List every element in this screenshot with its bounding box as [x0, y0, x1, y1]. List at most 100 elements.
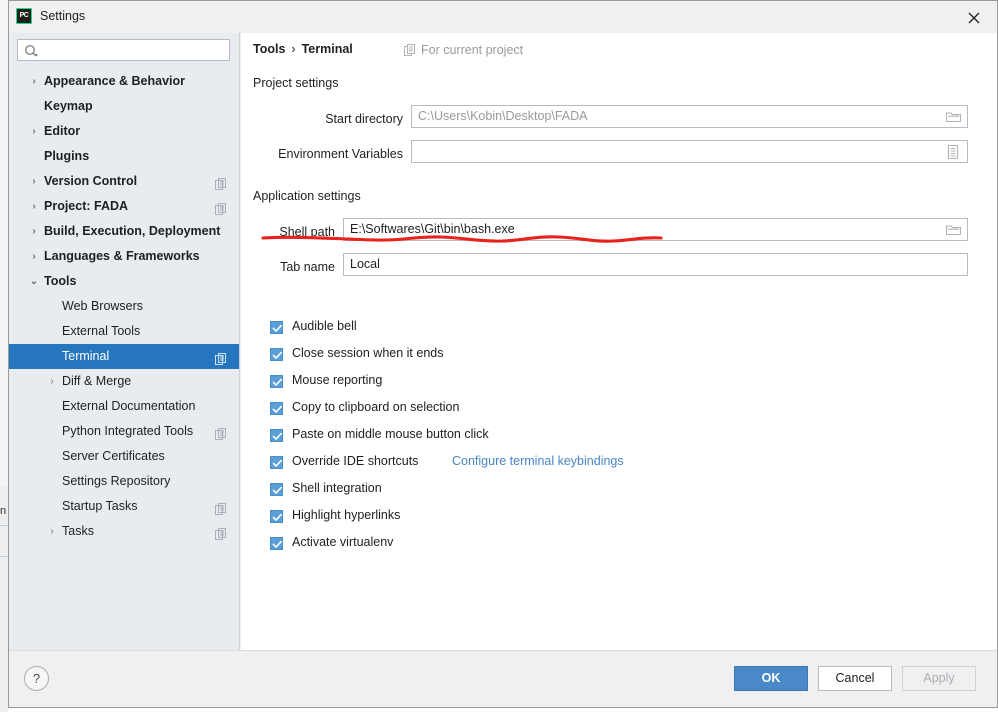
sidebar-item-server-certificates[interactable]: Server Certificates	[9, 444, 239, 469]
pycharm-icon: PC	[16, 8, 32, 24]
help-button[interactable]: ?	[24, 666, 49, 691]
chevron-right-icon[interactable]: ›	[28, 194, 40, 219]
background-divider	[0, 525, 8, 526]
sidebar-item-terminal[interactable]: Terminal	[9, 344, 239, 369]
chevron-right-icon[interactable]: ›	[46, 519, 58, 544]
sidebar-item-label: Web Browsers	[62, 299, 144, 313]
sidebar-item-tools[interactable]: ⌄ Tools	[9, 269, 239, 294]
shell-path-value: E:\Softwares\Git\bin\bash.exe	[350, 222, 515, 236]
chevron-right-icon[interactable]: ›	[28, 119, 40, 144]
checkbox-highlight-hyperlinks[interactable]	[270, 510, 283, 523]
sidebar-item-startup-tasks[interactable]: Startup Tasks	[9, 494, 239, 519]
sidebar-item-python-integrated-tools[interactable]: Python Integrated Tools	[9, 419, 239, 444]
cancel-button[interactable]: Cancel	[818, 666, 892, 691]
sidebar-item-web-browsers[interactable]: Web Browsers	[9, 294, 239, 319]
checkbox-label[interactable]: Override IDE shortcuts	[292, 454, 418, 468]
configure-keybindings-link[interactable]: Configure terminal keybindings	[452, 454, 624, 468]
sidebar-item-external-documentation[interactable]: External Documentation	[9, 394, 239, 419]
start-directory-value: C:\Users\Kobin\Desktop\FADA	[418, 109, 588, 123]
checkbox-label[interactable]: Shell integration	[292, 481, 382, 495]
shell-path-label: Shell path	[279, 225, 335, 239]
sidebar-item-label: Tasks	[62, 524, 94, 538]
checkbox-label[interactable]: Audible bell	[292, 319, 357, 333]
search-box[interactable]	[17, 39, 230, 62]
tab-name-field[interactable]: Local	[343, 253, 968, 276]
chevron-right-icon[interactable]: ›	[28, 169, 40, 194]
dialog-footer: ? OK Cancel Apply	[9, 650, 997, 707]
sidebar-item-project-fada[interactable]: › Project: FADA	[9, 194, 239, 219]
start-directory-label: Start directory	[325, 112, 403, 126]
sidebar-item-external-tools[interactable]: External Tools	[9, 319, 239, 344]
checkbox-label[interactable]: Close session when it ends	[292, 346, 443, 360]
checkbox-mouse-reporting[interactable]	[270, 375, 283, 388]
chevron-down-icon[interactable]: ⌄	[28, 269, 40, 294]
sidebar-item-languages-frameworks[interactable]: › Languages & Frameworks	[9, 244, 239, 269]
start-directory-field[interactable]: C:\Users\Kobin\Desktop\FADA	[411, 105, 968, 128]
sidebar-item-label: Startup Tasks	[62, 499, 138, 513]
search-input[interactable]	[44, 40, 226, 62]
chevron-right-icon[interactable]: ›	[28, 244, 40, 269]
sidebar-item-diff-merge[interactable]: › Diff & Merge	[9, 369, 239, 394]
sidebar-item-label: External Tools	[62, 324, 141, 338]
environment-variables-field[interactable]	[411, 140, 968, 163]
background-divider-2	[0, 556, 8, 557]
apply-button[interactable]: Apply	[902, 666, 976, 691]
breadcrumb: Tools › Terminal	[253, 42, 353, 56]
section-rule	[253, 84, 983, 85]
list-icon[interactable]	[940, 141, 967, 162]
dialog-title: Settings	[40, 9, 86, 23]
section-title: Project settings	[253, 76, 347, 90]
checkbox-override-ide-shortcuts[interactable]	[270, 456, 283, 469]
background-text: n	[0, 505, 7, 517]
sidebar-item-version-control[interactable]: › Version Control	[9, 169, 239, 194]
sidebar-item-label: Project: FADA	[44, 199, 129, 213]
shell-path-field[interactable]: E:\Softwares\Git\bin\bash.exe	[343, 218, 968, 241]
sidebar-item-tasks[interactable]: › Tasks	[9, 519, 239, 544]
sidebar-item-settings-repository[interactable]: Settings Repository	[9, 469, 239, 494]
sidebar-item-keymap[interactable]: Keymap	[9, 94, 239, 119]
checkbox-label[interactable]: Copy to clipboard on selection	[292, 400, 459, 414]
checkbox-label[interactable]: Mouse reporting	[292, 373, 382, 387]
dialog-titlebar: PC Settings	[9, 1, 997, 34]
checkbox-activate-virtualenv[interactable]	[270, 537, 283, 550]
settings-dialog: PC Settings › Appearance & Behavior Keymap…	[8, 0, 998, 708]
ok-button[interactable]: OK	[734, 666, 808, 691]
checkbox-audible-bell[interactable]	[270, 321, 283, 334]
checkbox-close-session-when-it-ends[interactable]	[270, 348, 283, 361]
folder-icon-2[interactable]	[940, 219, 967, 240]
settings-sidebar: › Appearance & Behavior Keymap › Editor Plugi…	[9, 33, 240, 651]
sidebar-item-appearance-behavior[interactable]: › Appearance & Behavior	[9, 69, 239, 94]
sidebar-item-label: Appearance & Behavior	[44, 74, 186, 88]
breadcrumb-parent[interactable]: Tools	[253, 42, 285, 56]
chevron-right-icon[interactable]: ›	[46, 369, 58, 394]
close-icon[interactable]	[951, 1, 997, 32]
checkbox-label[interactable]: Paste on middle mouse button click	[292, 427, 489, 441]
tab-name-value: Local	[350, 257, 380, 271]
checkbox-label[interactable]: Activate virtualenv	[292, 535, 393, 549]
sidebar-item-editor[interactable]: › Editor	[9, 119, 239, 144]
sidebar-item-label: Plugins	[44, 149, 90, 163]
chevron-right-icon[interactable]: ›	[28, 69, 40, 94]
sidebar-item-plugins[interactable]: Plugins	[9, 144, 239, 169]
sidebar-item-build-execution-deployment[interactable]: › Build, Execution, Deployment	[9, 219, 239, 244]
sidebar-item-label: Server Certificates	[62, 449, 165, 463]
sidebar-item-label: Tools	[44, 274, 77, 288]
checkbox-shell-integration[interactable]	[270, 483, 283, 496]
settings-tree[interactable]: › Appearance & Behavior Keymap › Editor Plugi…	[9, 69, 239, 651]
sidebar-item-label: External Documentation	[62, 399, 196, 413]
checkbox-copy-to-clipboard-on-selection[interactable]	[270, 402, 283, 415]
checkbox-label[interactable]: Highlight hyperlinks	[292, 508, 400, 522]
checkbox-paste-on-middle-mouse-button-click[interactable]	[270, 429, 283, 442]
chevron-right-icon[interactable]: ›	[28, 219, 40, 244]
sidebar-item-label: Build, Execution, Deployment	[44, 224, 221, 238]
sidebar-item-label: Editor	[44, 124, 81, 138]
scope-note-label: For current project	[421, 43, 524, 57]
sidebar-item-label: Diff & Merge	[62, 374, 132, 388]
sidebar-item-label: Python Integrated Tools	[62, 424, 194, 438]
red-underline-annotation	[261, 235, 663, 243]
breadcrumb-separator: ›	[291, 42, 296, 56]
sidebar-item-label: Terminal	[62, 349, 110, 363]
folder-icon[interactable]	[940, 106, 967, 127]
section-title-2: Application settings	[253, 189, 369, 203]
tab-name-label: Tab name	[280, 260, 335, 274]
